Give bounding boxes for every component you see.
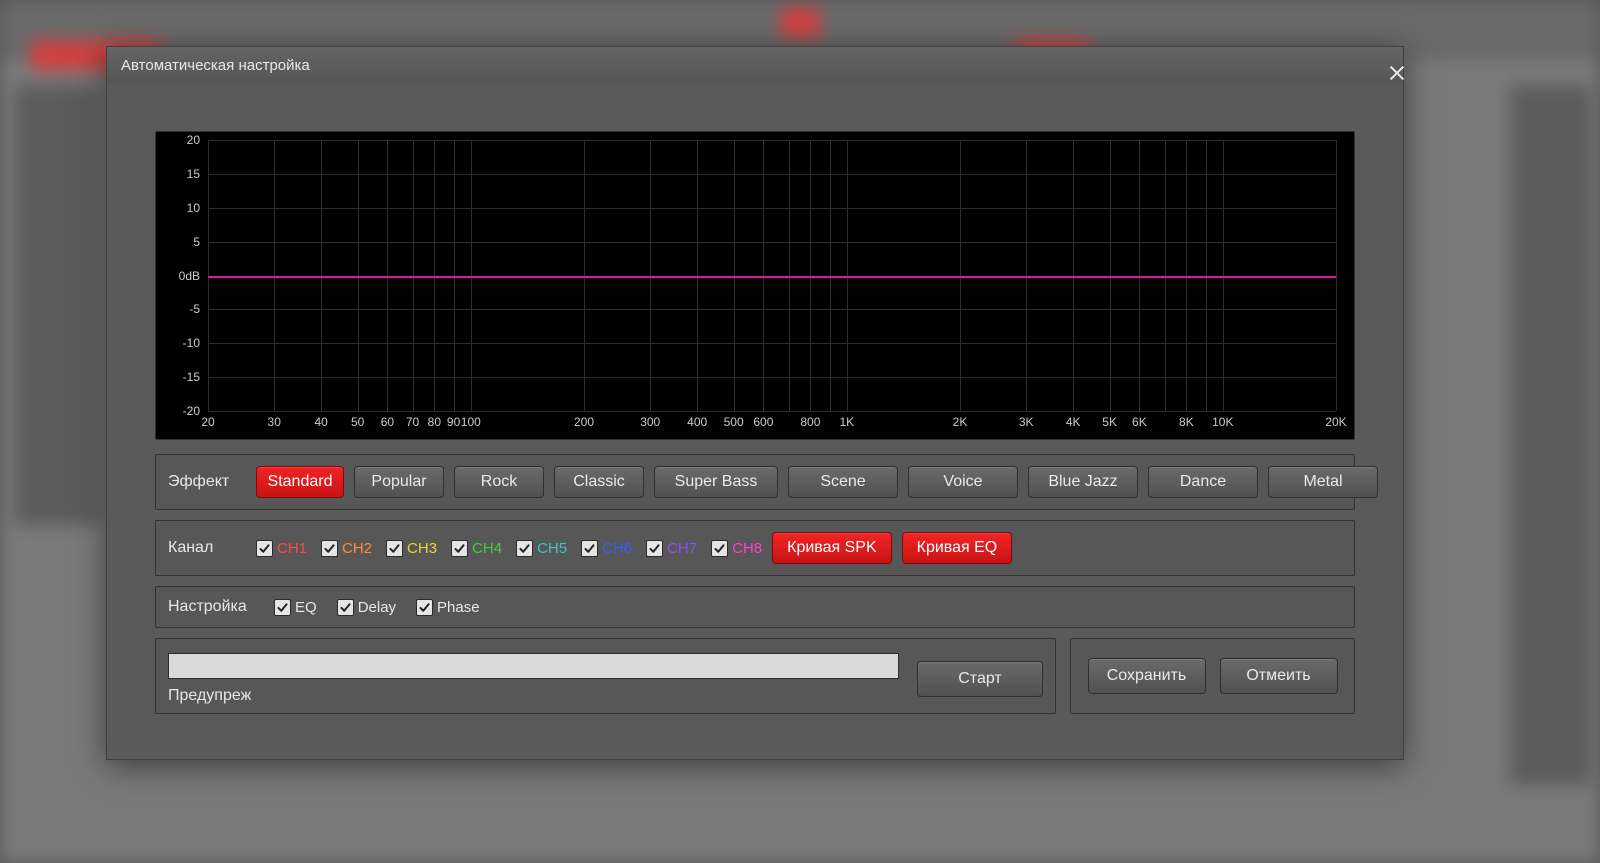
checkbox[interactable] (451, 540, 468, 557)
channel-ch7[interactable]: CH7 (646, 540, 697, 557)
x-tick-label: 80 (428, 415, 441, 429)
preset-scene[interactable]: Scene (788, 466, 898, 498)
eq-zero-line (208, 276, 1336, 278)
setting-phase[interactable]: Phase (416, 599, 480, 616)
checkbox[interactable] (416, 599, 433, 616)
preset-classic[interactable]: Classic (554, 466, 644, 498)
warning-label: Предупреж (168, 687, 899, 705)
channel-label-ch2: CH2 (342, 540, 372, 557)
channel-ch5[interactable]: CH5 (516, 540, 567, 557)
y-tick-label: 10 (187, 201, 200, 215)
checkbox[interactable] (386, 540, 403, 557)
x-tick-label: 1K (839, 415, 854, 429)
effect-preset-row: Эффект Standard Popular Rock Classic Super B… (155, 454, 1355, 510)
x-tick-label: 40 (314, 415, 327, 429)
channel-row: Канал CH1 CH2 CH3 CH4 CH5 CH6 CH7 CH8 Кривая SP… (155, 520, 1355, 576)
x-tick-label: 100 (461, 415, 481, 429)
x-tick-label: 4K (1066, 415, 1081, 429)
channel-ch1[interactable]: CH1 (256, 540, 307, 557)
setting-label-eq: EQ (295, 599, 317, 616)
channel-label-ch3: CH3 (407, 540, 437, 557)
preset-voice[interactable]: Voice (908, 466, 1018, 498)
checkbox[interactable] (256, 540, 273, 557)
checkbox[interactable] (711, 540, 728, 557)
y-tick-label: 15 (187, 167, 200, 181)
checkbox[interactable] (581, 540, 598, 557)
channel-label-ch6: CH6 (602, 540, 632, 557)
checkbox[interactable] (337, 599, 354, 616)
y-tick-label: 20 (187, 133, 200, 147)
dialog-title: Автоматическая настройка (121, 57, 310, 74)
preset-dance[interactable]: Dance (1148, 466, 1258, 498)
x-tick-label: 70 (406, 415, 419, 429)
x-tick-label: 3K (1019, 415, 1034, 429)
y-tick-label: -10 (183, 336, 200, 350)
save-button[interactable]: Сохранить (1088, 658, 1206, 694)
channel-label-ch5: CH5 (537, 540, 567, 557)
dialog-actions: Сохранить Отмеить (1070, 638, 1355, 714)
x-tick-label: 30 (268, 415, 281, 429)
progress-panel: Предупреж Старт (155, 638, 1056, 714)
x-tick-label: 20K (1325, 415, 1346, 429)
checkbox[interactable] (321, 540, 338, 557)
x-tick-label: 8K (1179, 415, 1194, 429)
x-tick-label: 200 (574, 415, 594, 429)
y-tick-label: 5 (193, 235, 200, 249)
preset-popular[interactable]: Popular (354, 466, 444, 498)
y-tick-label: 0dB (179, 269, 200, 283)
x-tick-label: 600 (753, 415, 773, 429)
x-tick-label: 50 (351, 415, 364, 429)
preset-super-bass[interactable]: Super Bass (654, 466, 778, 498)
setting-eq[interactable]: EQ (274, 599, 317, 616)
start-button[interactable]: Старт (917, 661, 1043, 697)
channel-ch6[interactable]: CH6 (581, 540, 632, 557)
x-tick-label: 6K (1132, 415, 1147, 429)
x-tick-label: 400 (687, 415, 707, 429)
preset-blue-jazz[interactable]: Blue Jazz (1028, 466, 1138, 498)
x-tick-label: 500 (724, 415, 744, 429)
checkbox[interactable] (646, 540, 663, 557)
checkbox[interactable] (516, 540, 533, 557)
curve-eq-button[interactable]: Кривая EQ (902, 532, 1013, 564)
cancel-button[interactable]: Отмеить (1220, 658, 1338, 694)
channel-ch3[interactable]: CH3 (386, 540, 437, 557)
channel-label: Канал (168, 539, 246, 557)
progress-bar (168, 653, 899, 679)
channel-ch2[interactable]: CH2 (321, 540, 372, 557)
setting-label-phase: Phase (437, 599, 480, 616)
dialog-titlebar: Автоматическая настройка (107, 47, 1403, 83)
checkbox[interactable] (274, 599, 291, 616)
settings-row: Настройка EQ Delay Phase (155, 586, 1355, 628)
x-tick-label: 5K (1102, 415, 1117, 429)
channel-label-ch1: CH1 (277, 540, 307, 557)
y-tick-label: -20 (183, 404, 200, 418)
x-tick-label: 10K (1212, 415, 1233, 429)
settings-label: Настройка (168, 598, 264, 616)
x-tick-label: 2K (953, 415, 968, 429)
x-tick-label: 60 (381, 415, 394, 429)
channel-label-ch7: CH7 (667, 540, 697, 557)
auto-setup-dialog: Автоматическая настройка 20 15 10 5 0dB -5 -10… (106, 46, 1404, 760)
preset-standard[interactable]: Standard (256, 466, 344, 498)
channel-ch4[interactable]: CH4 (451, 540, 502, 557)
setting-label-delay: Delay (358, 599, 396, 616)
preset-metal[interactable]: Metal (1268, 466, 1378, 498)
y-tick-label: -5 (189, 302, 200, 316)
effect-label: Эффект (168, 473, 246, 491)
channel-label-ch8: CH8 (732, 540, 762, 557)
x-tick-label: 20 (201, 415, 214, 429)
eq-chart: 20151050dB-5-10-15-20 203040506070809010… (155, 131, 1355, 440)
x-tick-label: 800 (800, 415, 820, 429)
channel-ch8[interactable]: CH8 (711, 540, 762, 557)
setting-delay[interactable]: Delay (337, 599, 396, 616)
curve-spk-button[interactable]: Кривая SPK (772, 532, 892, 564)
y-tick-label: -15 (183, 370, 200, 384)
x-tick-label: 90 (447, 415, 460, 429)
preset-rock[interactable]: Rock (454, 466, 544, 498)
channel-label-ch4: CH4 (472, 540, 502, 557)
x-tick-label: 300 (640, 415, 660, 429)
